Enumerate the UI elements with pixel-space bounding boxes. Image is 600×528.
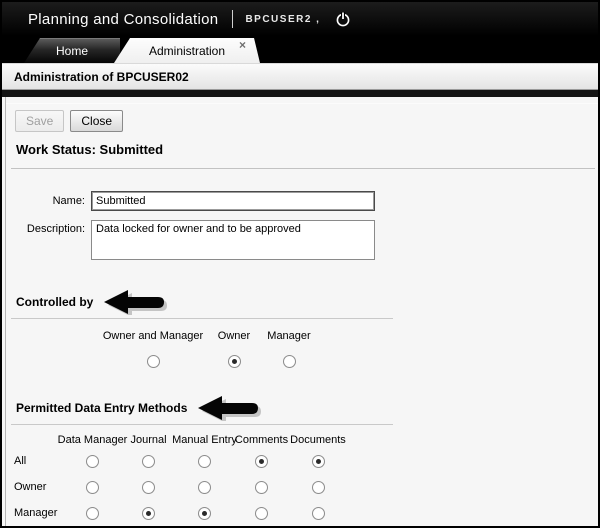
admin-header-band: Administration of BPCUSER02 — [2, 64, 598, 90]
tab-strip: Home Administration × — [2, 36, 598, 64]
option-label-owner-and-manager: Owner and Manager — [103, 330, 203, 342]
permitted-title: Permitted Data Entry Methods — [16, 401, 187, 415]
radio-all-comments[interactable] — [255, 455, 268, 468]
column-header-documents: Documents — [290, 434, 346, 446]
row-label-all: All — [14, 455, 26, 467]
radio-manager-data-manager[interactable] — [86, 507, 99, 520]
controlled-by-title: Controlled by — [16, 295, 93, 309]
radio-manager-manual-entry[interactable] — [198, 507, 211, 520]
tab-home[interactable]: Home — [24, 38, 120, 63]
description-label: Description: — [11, 220, 91, 235]
option-label-owner: Owner — [218, 330, 250, 342]
description-input[interactable] — [91, 220, 375, 260]
permitted-divider — [11, 424, 393, 425]
admin-band-title: Administration of BPCUSER02 — [14, 70, 189, 84]
radio-manager-documents[interactable] — [312, 507, 325, 520]
page-title: Work Status: Submitted — [16, 142, 598, 157]
name-input[interactable] — [91, 191, 375, 211]
column-header-data-manager: Data Manager — [58, 434, 128, 446]
table-row-owner: Owner — [14, 474, 598, 500]
row-label-manager: Manager — [14, 507, 57, 519]
close-tab-icon[interactable]: × — [239, 39, 246, 51]
radio-owner-comments[interactable] — [255, 481, 268, 494]
dark-divider-strip — [2, 90, 598, 97]
radio-all-journal[interactable] — [142, 455, 155, 468]
radio-manager[interactable] — [283, 355, 296, 368]
annotation-arrow-icon — [197, 395, 263, 421]
radio-owner[interactable] — [228, 355, 241, 368]
permitted-column-headers: Data Manager Journal Manual Entry Commen… — [14, 432, 598, 448]
table-row-all: All — [14, 448, 598, 474]
radio-manager-journal[interactable] — [142, 507, 155, 520]
radio-manager-comments[interactable] — [255, 507, 268, 520]
option-label-manager: Manager — [267, 330, 310, 342]
name-row: Name: — [11, 191, 598, 211]
tab-administration[interactable]: Administration × — [114, 38, 260, 63]
name-label: Name: — [11, 195, 91, 207]
controlled-by-radios — [98, 355, 598, 368]
column-header-manual-entry: Manual Entry — [172, 434, 237, 446]
table-row-manager: Manager — [14, 500, 598, 526]
controlled-by-option-labels: Owner and Manager Owner Manager — [98, 319, 598, 342]
title-separator — [232, 10, 233, 28]
column-header-journal: Journal — [130, 434, 166, 446]
title-divider — [11, 168, 595, 169]
content-panel: Save Close Work Status: Submitted Name: … — [5, 97, 598, 528]
annotation-arrow-icon — [103, 289, 169, 315]
radio-owner-manual-entry[interactable] — [198, 481, 211, 494]
permitted-grid: Data Manager Journal Manual Entry Commen… — [14, 432, 598, 528]
radio-all-documents[interactable] — [312, 455, 325, 468]
close-button[interactable]: Close — [70, 110, 123, 132]
save-button[interactable]: Save — [15, 110, 64, 132]
radio-owner-and-manager[interactable] — [147, 355, 160, 368]
controlled-by-section-header: Controlled by — [16, 290, 598, 314]
radio-owner-journal[interactable] — [142, 481, 155, 494]
app-title: Planning and Consolidation — [28, 11, 218, 28]
row-label-owner: Owner — [14, 481, 46, 493]
app-window: Planning and Consolidation BPCUSER2 , Ho… — [0, 0, 600, 528]
toolbar: Save Close — [6, 103, 598, 138]
column-header-comments: Comments — [235, 434, 288, 446]
user-label: BPCUSER2 , — [245, 14, 320, 25]
power-icon[interactable] — [334, 10, 352, 28]
permitted-section-header: Permitted Data Entry Methods — [16, 396, 598, 420]
tab-administration-label: Administration — [149, 44, 225, 58]
radio-all-manual-entry[interactable] — [198, 455, 211, 468]
top-bar: Planning and Consolidation BPCUSER2 , — [2, 2, 598, 36]
radio-owner-documents[interactable] — [312, 481, 325, 494]
radio-all-data-manager[interactable] — [86, 455, 99, 468]
radio-owner-data-manager[interactable] — [86, 481, 99, 494]
description-row: Description: — [11, 220, 598, 260]
